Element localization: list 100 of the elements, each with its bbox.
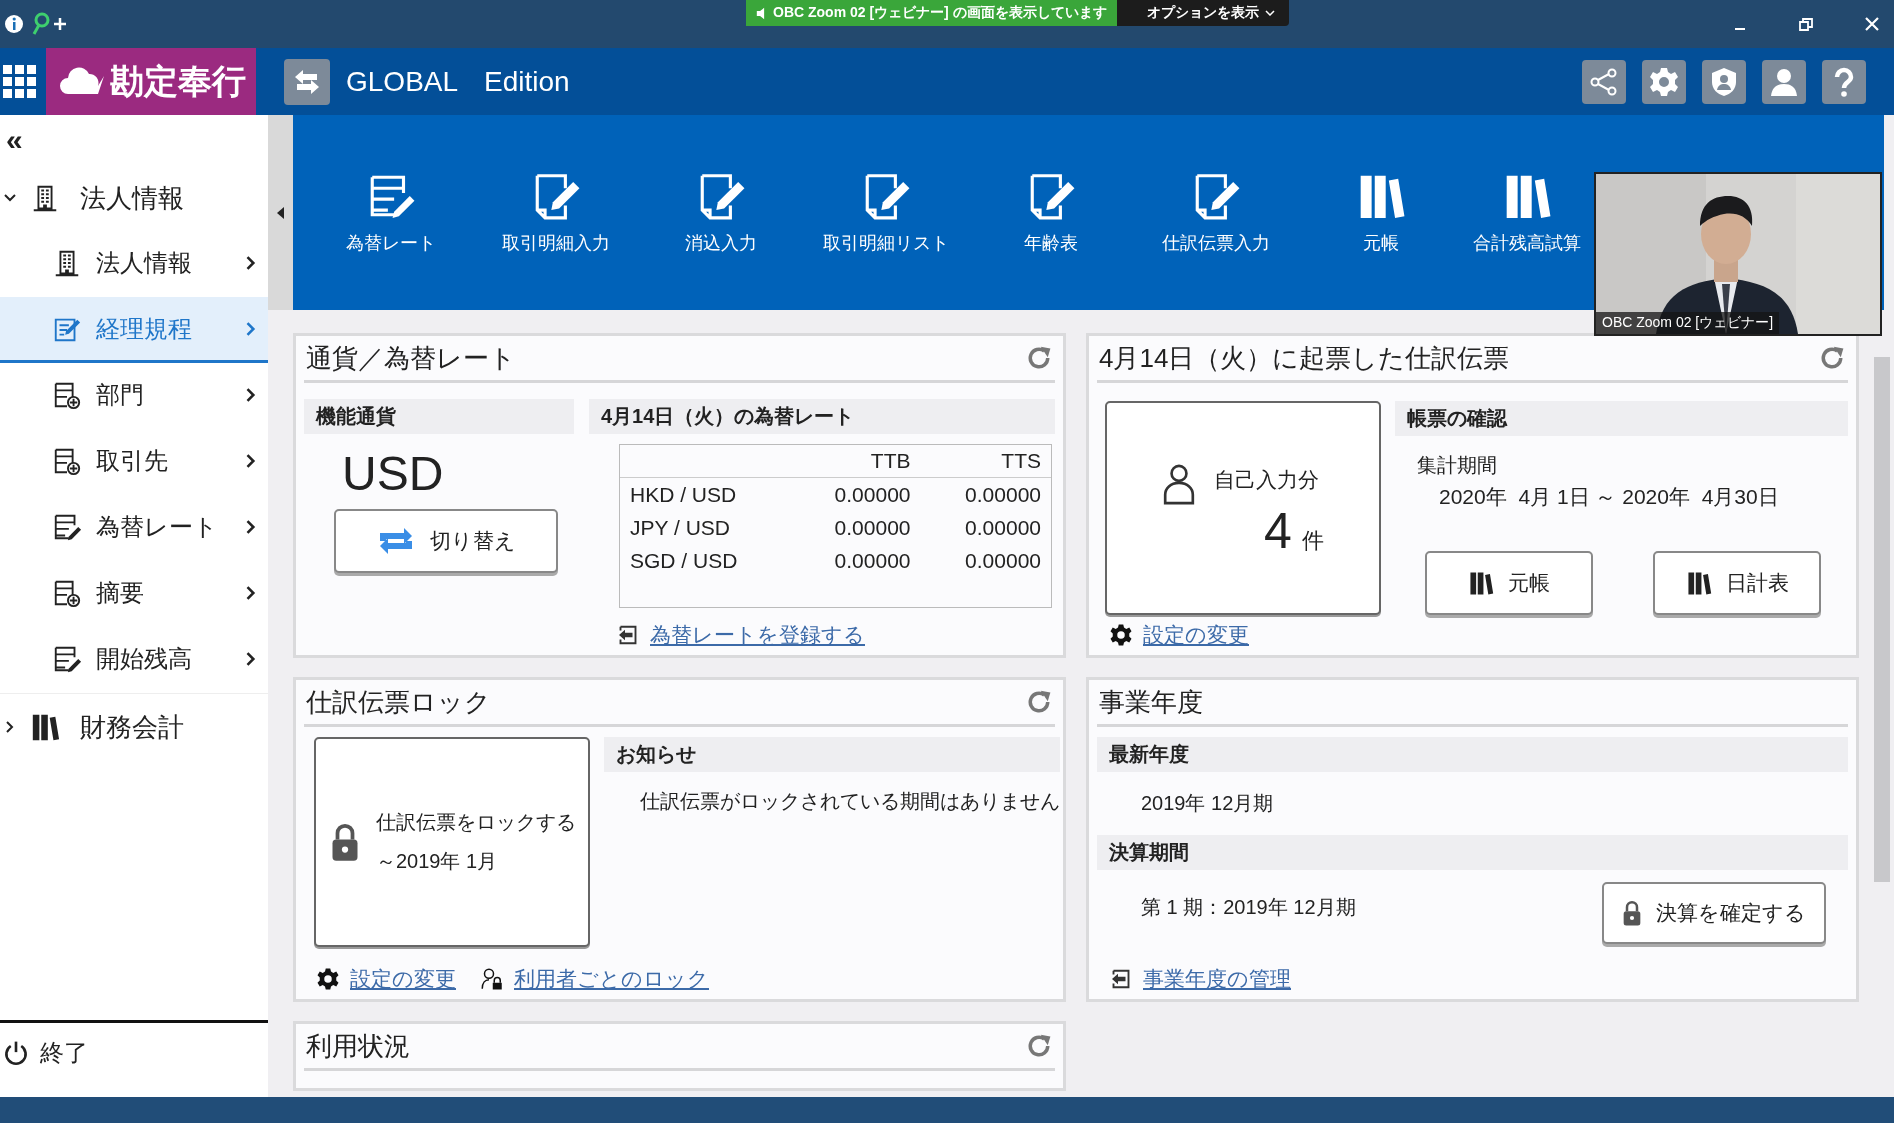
- section-heading: 最新年度: [1097, 737, 1848, 772]
- report-button[interactable]: 元帳: [1425, 551, 1593, 615]
- entry-count: 4: [1264, 502, 1292, 560]
- settings-icon[interactable]: [1642, 59, 1686, 104]
- period-label: 集計期間: [1417, 453, 1498, 478]
- period-range: 2020年 4月 1日 ～ 2020年 4月30日: [1439, 484, 1780, 510]
- app-grid-icon[interactable]: [2, 63, 38, 100]
- section-heading: 決算期間: [1097, 835, 1848, 870]
- sidebar-item[interactable]: 取引先: [0, 429, 268, 495]
- panel-title: 通貨／為替レート: [306, 341, 516, 375]
- chevron-icon: [244, 321, 258, 336]
- video-caption: OBC Zoom 02 [ウェビナー]: [1596, 312, 1780, 334]
- sidebar-group[interactable]: 法人情報: [80, 180, 184, 216]
- section-heading: 帳票の確認: [1395, 401, 1848, 436]
- edition-title: GLOBAL: [346, 65, 459, 98]
- link[interactable]: 設定の変更: [350, 965, 456, 993]
- section-heading: 機能通貨: [304, 399, 574, 434]
- product-logo[interactable]: 勘定奉行: [46, 48, 256, 115]
- count-unit: 件: [1301, 527, 1324, 555]
- close-icon[interactable]: [1864, 16, 1880, 32]
- chevron-icon: [244, 387, 258, 402]
- settings-icon: [1109, 623, 1133, 647]
- column-header: TTS: [1000, 449, 1041, 473]
- section-heading: 4月14日（火）の為替レート: [589, 399, 1055, 434]
- exit-button[interactable]: 終了: [40, 1037, 88, 1069]
- sidebar-item[interactable]: 経理規程: [0, 297, 268, 363]
- switch-button[interactable]: 切り替え: [334, 509, 558, 573]
- sidebar-item[interactable]: 部門: [0, 363, 268, 429]
- settings-icon: [316, 967, 340, 991]
- closing-period-value: 第 1 期：2019年 12月期: [1140, 894, 1356, 920]
- toolbar-button[interactable]: 為替レート: [308, 115, 473, 310]
- fiscal-year-value: 2019年 12月期: [1140, 791, 1275, 816]
- chevron-icon: [244, 453, 258, 468]
- toolbar-button[interactable]: 消込入力: [638, 115, 803, 310]
- info-icon[interactable]: [2, 12, 26, 36]
- notice-message: 仕訳伝票がロックされている期間はありません: [639, 789, 1060, 814]
- sidebar-group[interactable]: 財務会計: [80, 709, 184, 745]
- books-icon: [1468, 570, 1494, 596]
- toolbar-button[interactable]: 合計残高試算: [1463, 115, 1591, 310]
- sidebar-item[interactable]: 為替レート: [0, 495, 268, 561]
- panel-title: 利用状況: [306, 1029, 410, 1063]
- options-button[interactable]: オプションを表示: [1116, 0, 1289, 26]
- table-cell-text: 0.00000: [833, 482, 911, 507]
- entry-label: 自己入力分: [1214, 467, 1321, 493]
- entry-count-card[interactable]: 自己入力分 4 件: [1105, 401, 1381, 615]
- table-cell-text: 0.00000: [964, 482, 1041, 507]
- power-icon[interactable]: [2, 1039, 30, 1067]
- person-icon: [1162, 462, 1197, 506]
- lock-card[interactable]: 仕訳伝票をロックする ～2019年 1月: [314, 737, 590, 947]
- table-cell-text: HKD / USD: [630, 482, 738, 507]
- table-cell-text: 0.00000: [964, 515, 1041, 540]
- shield-user-icon[interactable]: [1702, 59, 1746, 104]
- table-cell-text: JPY / USD: [630, 515, 731, 540]
- edition-label: Edition: [484, 65, 570, 98]
- panel-title: 事業年度: [1099, 685, 1203, 719]
- restore-icon[interactable]: [1798, 16, 1814, 32]
- column-header: TTB: [869, 449, 911, 473]
- panel-title: 仕訳伝票ロック: [306, 685, 491, 719]
- sidebar-item[interactable]: 開始残高: [0, 627, 268, 693]
- help-icon[interactable]: [1822, 59, 1866, 104]
- lock-label: 仕訳伝票をロックする: [376, 810, 576, 835]
- report-button[interactable]: 日計表: [1653, 551, 1821, 615]
- table-cell-text: SGD / USD: [630, 548, 739, 573]
- toolbar-button[interactable]: 取引明細リスト: [803, 115, 968, 310]
- sidebar-item[interactable]: 摘要: [0, 561, 268, 627]
- screen-share-notice: OBC Zoom 02 [ウェビナー] の画面を表示しています: [746, 0, 1117, 26]
- caret-icon: [1264, 10, 1275, 16]
- chevron-icon: [244, 651, 258, 666]
- lock-icon: [330, 822, 360, 862]
- toolbar-button[interactable]: 年齢表: [968, 115, 1133, 310]
- table-cell-text: 0.00000: [833, 548, 911, 573]
- link[interactable]: 設定の変更: [1143, 621, 1249, 649]
- toolbar-button[interactable]: 仕訳伝票入力: [1133, 115, 1298, 310]
- collapse-sidebar-button[interactable]: «: [0, 115, 29, 165]
- user-icon[interactable]: [1762, 59, 1806, 104]
- chevron-icon: [244, 255, 258, 270]
- panel-title: 4月14日（火）に起票した仕訳伝票: [1099, 341, 1510, 375]
- confirm-closing-button[interactable]: 決算を確定する: [1602, 882, 1826, 944]
- books-icon: [1685, 570, 1712, 596]
- toolbar-button[interactable]: 取引明細入力: [473, 115, 638, 310]
- switch-icon[interactable]: [284, 58, 330, 105]
- books-icon: [30, 712, 60, 742]
- link[interactable]: 利用者ごとのロック: [514, 965, 709, 993]
- chevron-icon: [244, 585, 258, 600]
- toolbar-button[interactable]: 元帳: [1298, 115, 1463, 310]
- chevron-icon: [244, 519, 258, 534]
- currency-code: USD: [341, 446, 445, 502]
- lock-until: ～2019年 1月: [376, 849, 499, 874]
- chevron-icon[interactable]: [4, 192, 16, 204]
- user-lock-icon: [480, 967, 504, 991]
- lock-icon: [1622, 899, 1642, 927]
- section-heading: お知らせ: [604, 737, 1060, 772]
- share-icon[interactable]: [1582, 59, 1626, 104]
- table-cell-text: 0.00000: [833, 515, 911, 540]
- link[interactable]: 事業年度の管理: [1143, 965, 1291, 993]
- chevron-icon[interactable]: [4, 721, 16, 733]
- table-cell-text: 0.00000: [964, 548, 1041, 573]
- sidebar-item[interactable]: 法人情報: [0, 231, 268, 297]
- ribbon-collapse-handle[interactable]: [268, 115, 293, 310]
- link[interactable]: 為替レートを登録する: [650, 621, 865, 649]
